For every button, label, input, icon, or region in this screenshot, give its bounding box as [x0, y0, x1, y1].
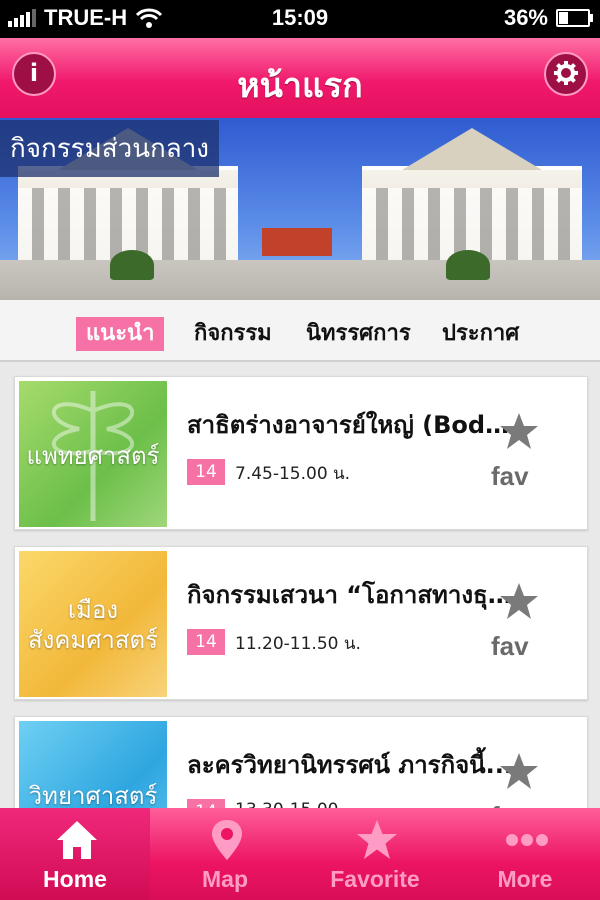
tabbar-map[interactable]: Map	[150, 808, 300, 900]
home-icon	[57, 821, 97, 859]
tabbar-label: Map	[202, 866, 248, 892]
tab-exhibitions[interactable]: นิทรรศการ	[296, 317, 421, 351]
star-icon[interactable]	[499, 411, 539, 451]
event-thumbnail: วิทยาศาสตร์	[19, 721, 167, 808]
pavilion-image	[262, 228, 332, 256]
fav-button[interactable]: fav	[491, 461, 529, 492]
event-thumbnail: แพทยศาสตร์	[19, 381, 167, 527]
tree-image	[446, 250, 490, 280]
event-day-badge: 14	[187, 459, 225, 485]
event-time: 13.30-15.00	[235, 800, 338, 808]
event-card[interactable]: วิทยาศาสตร์ ละครวิทยานิทรรศน์ ภารกิจนี้.…	[14, 716, 588, 808]
event-card[interactable]: แพทยศาสตร์ สาธิตร่างอาจารย์ใหญ่ (Body Do…	[14, 376, 588, 530]
event-list: แพทยศาสตร์ สาธิตร่างอาจารย์ใหญ่ (Body Do…	[0, 362, 600, 808]
category-tabs: แนะนำ กิจกรรม นิทรรศการ ประกาศ	[0, 300, 600, 362]
banner-image[interactable]: กิจกรรมส่วนกลาง	[0, 118, 600, 300]
event-time: 7.45-15.00 น.	[235, 464, 351, 484]
courtyard-ground	[0, 260, 600, 300]
tabbar-more[interactable]: More	[450, 808, 600, 900]
banner-label: กิจกรรมส่วนกลาง	[0, 120, 219, 177]
tab-activities[interactable]: กิจกรรม	[184, 317, 282, 351]
event-title: สาธิตร่างอาจารย์ใหญ่ (Body Donation)	[187, 411, 517, 439]
star-icon	[357, 820, 397, 859]
star-icon[interactable]	[499, 751, 539, 791]
event-category-label: เมือง สังคมศาสตร์	[27, 596, 159, 654]
battery-percent: 36%	[503, 5, 548, 30]
tab-recommended[interactable]: แนะนำ	[76, 317, 165, 351]
more-dots-icon	[506, 834, 548, 846]
tree-image	[110, 250, 154, 280]
gear-icon	[554, 61, 578, 85]
settings-button[interactable]	[544, 52, 588, 96]
page-title: หน้าแรก	[237, 66, 363, 106]
fav-button[interactable]: fav	[491, 801, 529, 808]
fav-button[interactable]: fav	[491, 631, 529, 662]
event-thumbnail: เมือง สังคมศาสตร์	[19, 551, 167, 697]
event-time: 11.20-11.50 น.	[235, 634, 361, 654]
tabbar-label: Home	[43, 866, 107, 892]
tabbar-label: More	[497, 866, 553, 892]
tabbar-favorite[interactable]: Favorite	[300, 808, 450, 900]
tab-announcements[interactable]: ประกาศ	[432, 317, 529, 351]
bottom-tab-bar: Home Map Favorite More	[0, 808, 600, 900]
tabbar-label: Favorite	[330, 866, 420, 892]
event-category-label: แพทยศาสตร์	[26, 442, 160, 470]
event-title: ละครวิทยานิทรรศน์ ภารกิจนี้...	[187, 751, 513, 779]
star-icon[interactable]	[499, 581, 539, 621]
event-card[interactable]: เมือง สังคมศาสตร์ กิจกรรมเสวนา “โอกาสทางธ…	[14, 546, 588, 700]
battery-icon	[556, 9, 593, 27]
event-day-badge: 14	[187, 799, 225, 808]
map-pin-icon	[212, 820, 242, 860]
event-day-badge: 14	[187, 629, 225, 655]
nav-bar: i หน้าแรก	[0, 38, 600, 118]
tabbar-home[interactable]: Home	[0, 808, 150, 900]
event-title: กิจกรรมเสวนา “โอกาสทางธุรกิจ”	[187, 581, 517, 609]
event-category-label: วิทยาศาสตร์	[28, 782, 158, 808]
status-bar: TRUE-H 15:09 36%	[0, 0, 600, 38]
